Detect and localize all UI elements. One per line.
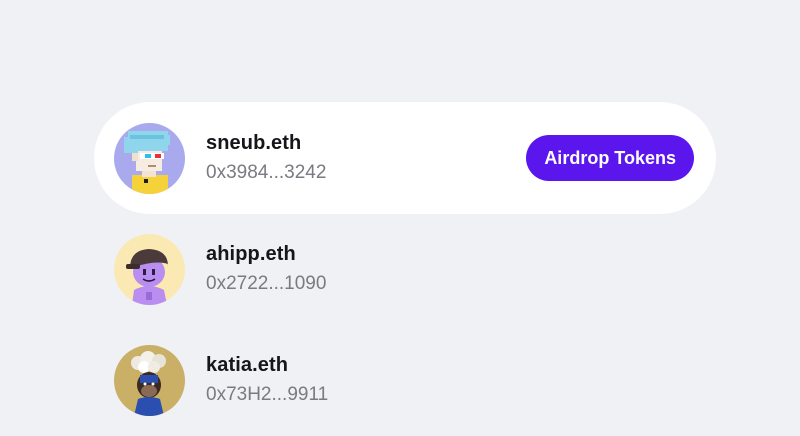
account-address: 0x3984...3242 — [206, 162, 327, 183]
pixel-punk-avatar-icon — [114, 123, 185, 194]
monkey-avatar-icon — [114, 345, 185, 416]
account-name: ahipp.eth — [206, 243, 296, 265]
account-address: 0x2722...1090 — [206, 273, 327, 294]
purple-character-avatar-icon — [114, 234, 185, 305]
airdrop-tokens-button[interactable]: Airdrop Tokens — [526, 135, 694, 181]
account-name: katia.eth — [206, 354, 289, 376]
account-row-katia[interactable]: katia.eth 0x73H2...9911 — [94, 324, 716, 436]
purple-character-avatar-icon — [114, 234, 185, 305]
monkey-avatar-icon — [114, 345, 185, 416]
account-list: sneub.eth 0x3984...3242 Airdrop Tokens a… — [0, 0, 800, 416]
account-name: sneub.eth — [206, 132, 302, 154]
account-row-ahipp[interactable]: ahipp.eth 0x2722...1090 — [94, 213, 716, 325]
pixel-punk-avatar-icon — [114, 123, 185, 194]
account-row-sneub[interactable]: sneub.eth 0x3984...3242 Airdrop Tokens — [94, 102, 716, 214]
account-address: 0x73H2...9911 — [206, 384, 329, 405]
